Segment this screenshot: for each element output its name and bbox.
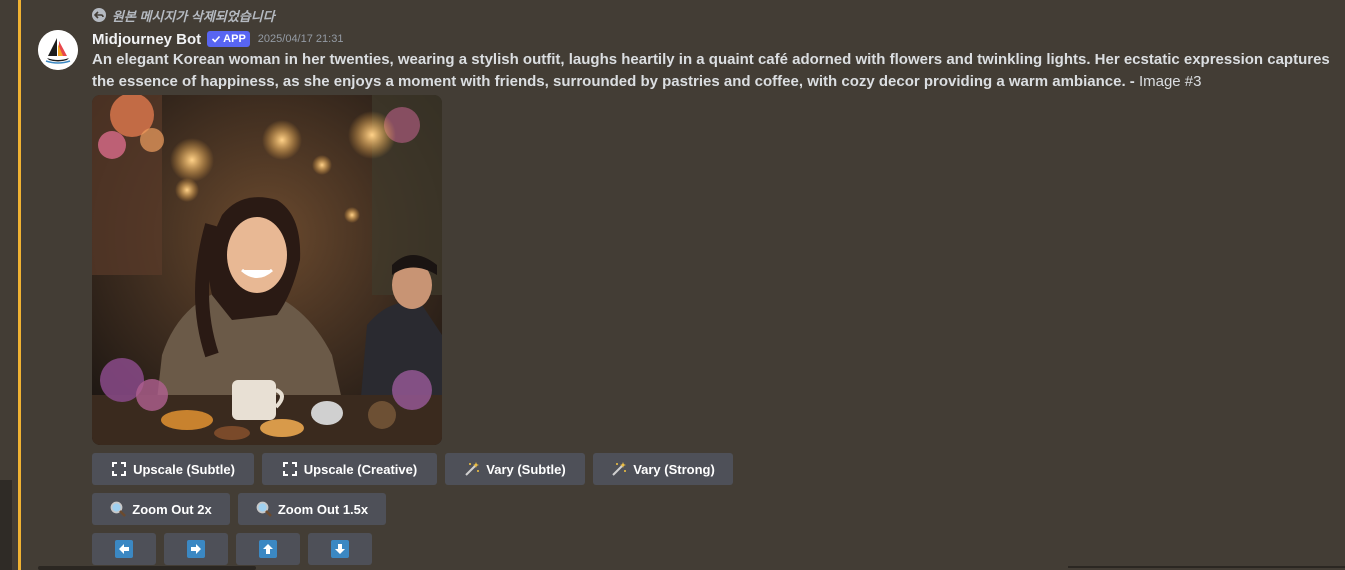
message-content: An elegant Korean woman in her twenties,…: [92, 49, 1332, 93]
username[interactable]: Midjourney Bot: [92, 31, 201, 48]
reply-deleted-text: 원본 메시지가 삭제되었습니다: [112, 8, 275, 24]
magnifier-icon: [110, 501, 127, 517]
midjourney-logo-icon: [38, 30, 78, 70]
vary-subtle-button[interactable]: Vary (Subtle): [445, 453, 585, 485]
vary-strong-label: Vary (Strong): [633, 461, 715, 477]
magic-wand-icon: [611, 461, 627, 477]
arrow-right-icon: [187, 540, 205, 558]
zoom-out-1-5x-label: Zoom Out 1.5x: [277, 501, 369, 517]
zoom-out-1-5x-button[interactable]: Zoom Out 1.5x: [238, 493, 386, 525]
reply-arrow-icon: [92, 8, 106, 22]
avatar[interactable]: [38, 30, 78, 70]
expand-icon: [282, 461, 298, 477]
arrow-left-icon: [115, 540, 133, 558]
upscale-creative-label: Upscale (Creative): [303, 461, 418, 477]
magnifier-icon: [256, 501, 272, 517]
pan-up-button[interactable]: [236, 533, 300, 565]
reply-reference[interactable]: 원본 메시지가 삭제되었습니다: [92, 6, 275, 24]
vary-strong-button[interactable]: Vary (Strong): [593, 453, 733, 485]
pan-left-button[interactable]: [92, 533, 156, 565]
pan-right-button[interactable]: [164, 533, 228, 565]
magic-wand-icon: [464, 461, 480, 477]
upscale-subtle-button[interactable]: Upscale (Subtle): [92, 453, 254, 485]
generated-image[interactable]: [92, 95, 442, 445]
app-badge: APP: [207, 31, 250, 47]
timestamp[interactable]: 2025/04/17 21:31: [258, 33, 344, 45]
pan-down-button[interactable]: [308, 533, 372, 565]
image-index: Image #3: [1134, 73, 1202, 90]
expand-icon: [111, 461, 127, 477]
verified-check-icon: [212, 35, 221, 43]
upscale-creative-button[interactable]: Upscale (Creative): [262, 453, 437, 485]
message-header: Midjourney Bot APP 2025/04/17 21:31: [92, 29, 343, 49]
zoom-out-2x-button[interactable]: Zoom Out 2x: [92, 493, 230, 525]
upscale-subtle-label: Upscale (Subtle): [133, 461, 235, 477]
scroll-indicator: [38, 566, 256, 570]
app-badge-label: APP: [223, 33, 246, 45]
divider: [1068, 566, 1345, 568]
zoom-out-2x-label: Zoom Out 2x: [132, 501, 212, 517]
mention-highlight-bar: [18, 0, 21, 570]
arrow-down-icon: [331, 540, 349, 558]
sidebar-edge: [0, 480, 12, 570]
arrow-up-icon: [259, 540, 277, 558]
vary-subtle-label: Vary (Subtle): [486, 461, 566, 477]
